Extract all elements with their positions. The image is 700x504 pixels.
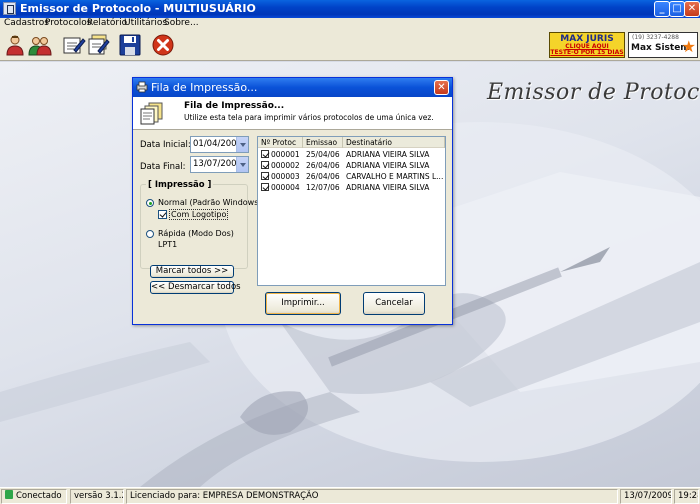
data-inicial-label: Data Inicial: bbox=[140, 140, 191, 150]
cell-destinatario: ADRIANA VIEIRA SILVA bbox=[346, 183, 430, 192]
column-destinatario[interactable]: Destinatário bbox=[343, 137, 445, 148]
max-juris-trial: TESTE-O POR 15 DIAS bbox=[550, 49, 624, 56]
table-row[interactable]: 000004 12/07/06 ADRIANA VIEIRA SILVA bbox=[258, 182, 445, 193]
background-title: Emissor de Protocolos bbox=[487, 80, 700, 105]
protocol-list[interactable]: Nº Protoc Emissao Destinatário 000001 25… bbox=[257, 136, 446, 286]
cell-destinatario: ADRIANA VIEIRA SILVA bbox=[346, 150, 430, 159]
cell-emissao: 25/04/06 bbox=[306, 150, 340, 159]
menu-cadastros[interactable]: Cadastros bbox=[4, 18, 49, 28]
minimize-button[interactable]: _ bbox=[654, 1, 670, 17]
data-inicial-value[interactable]: 01/04/2006 bbox=[193, 139, 242, 149]
column-emissao[interactable]: Emissao bbox=[303, 137, 343, 148]
cell-emissao: 26/04/06 bbox=[306, 172, 340, 181]
cell-protocolo: 000002 bbox=[271, 161, 300, 170]
radio-rapida[interactable] bbox=[146, 230, 154, 238]
menu-protocolos[interactable]: Protocolos bbox=[45, 18, 91, 28]
data-final-label: Data Final: bbox=[140, 162, 186, 172]
close-red-icon[interactable] bbox=[151, 33, 175, 57]
max-sistem-logo[interactable]: (19) 3237-4288 Max Sistem ★ bbox=[628, 32, 698, 58]
edit-document-icon[interactable] bbox=[62, 33, 86, 57]
chevron-down-icon[interactable] bbox=[236, 157, 248, 172]
checkbox-logotipo[interactable] bbox=[158, 210, 167, 219]
menu-utilitarios[interactable]: Utilitários bbox=[124, 18, 167, 28]
impressao-group: [ Impressão ] Normal (Padrão Windows) Co… bbox=[140, 180, 262, 269]
impressao-group-title: [ Impressão ] bbox=[146, 180, 214, 190]
cell-destinatario: CARVALHO E MARTINS L... bbox=[346, 172, 444, 181]
status-version: versão 3.1.2 bbox=[70, 489, 124, 504]
status-date: 13/07/2009 bbox=[620, 489, 672, 504]
printer-icon bbox=[136, 81, 148, 93]
save-icon[interactable] bbox=[118, 33, 142, 57]
max-sistem-phone: (19) 3237-4288 bbox=[632, 34, 679, 41]
window-title-bar: Emissor de Protocolo - MULTIUSUÁRIO _ □ … bbox=[0, 0, 700, 18]
row-checkbox[interactable] bbox=[261, 183, 269, 191]
list-header: Nº Protoc Emissao Destinatário bbox=[258, 137, 445, 148]
cell-protocolo: 000004 bbox=[271, 183, 300, 192]
marcar-todos-button[interactable]: Marcar todos >> bbox=[150, 265, 234, 278]
star-icon: ★ bbox=[681, 37, 696, 56]
max-juris-banner[interactable]: MAX JURIS CLIQUE AQUI TESTE-O POR 15 DIA… bbox=[549, 32, 625, 58]
dialog-title: Fila de Impressão... bbox=[151, 81, 258, 94]
row-checkbox[interactable] bbox=[261, 150, 269, 158]
cell-protocolo: 000001 bbox=[271, 150, 300, 159]
chevron-down-icon[interactable] bbox=[236, 137, 248, 152]
radio-rapida-port: LPT1 bbox=[158, 240, 178, 249]
menu-sobre[interactable]: Sobre... bbox=[164, 18, 199, 28]
app-icon bbox=[3, 2, 16, 15]
dialog-close-button[interactable]: ✕ bbox=[434, 80, 449, 95]
header-subtitle: Utilize esta tela para imprimir vários p… bbox=[184, 113, 434, 122]
header-title: Fila de Impressão... bbox=[184, 101, 285, 111]
status-bar: Conectado versão 3.1.2 Licenciado para: … bbox=[0, 487, 700, 504]
cancelar-button[interactable]: Cancelar bbox=[363, 292, 425, 315]
data-final-value[interactable]: 13/07/2006 bbox=[193, 159, 242, 169]
edit-documents-icon[interactable] bbox=[87, 33, 111, 57]
table-row[interactable]: 000001 25/04/06 ADRIANA VIEIRA SILVA bbox=[258, 149, 445, 160]
radio-rapida-label[interactable]: Rápida (Modo Dos) bbox=[158, 229, 234, 238]
documents-stack-icon bbox=[140, 102, 163, 125]
table-row[interactable]: 000003 26/04/06 CARVALHO E MARTINS L... bbox=[258, 171, 445, 182]
radio-normal[interactable] bbox=[146, 199, 154, 207]
desmarcar-todos-button[interactable]: << Desmarcar todos bbox=[150, 281, 241, 294]
cell-protocolo: 000003 bbox=[271, 172, 300, 181]
cell-emissao: 26/04/06 bbox=[306, 161, 340, 170]
menu-bar: Cadastros Protocolos Relatório Utilitári… bbox=[0, 18, 700, 30]
menu-relatorio[interactable]: Relatório bbox=[87, 18, 127, 28]
column-protocolo[interactable]: Nº Protoc bbox=[258, 137, 303, 148]
imprimir-button[interactable]: Imprimir... bbox=[265, 292, 341, 315]
connection-icon bbox=[5, 490, 13, 499]
users-icon[interactable] bbox=[28, 33, 52, 57]
status-time: 19:28 bbox=[674, 489, 699, 504]
status-connection-text: Conectado bbox=[16, 491, 62, 501]
window-title: Emissor de Protocolo - MULTIUSUÁRIO bbox=[20, 2, 256, 15]
cell-destinatario: ADRIANA VIEIRA SILVA bbox=[346, 161, 430, 170]
dialog-title-bar: Fila de Impressão... ✕ bbox=[133, 78, 452, 97]
print-queue-dialog: Fila de Impressão... ✕ Fila de Impressão… bbox=[132, 77, 453, 325]
status-connection: Conectado bbox=[1, 489, 67, 504]
table-row[interactable]: 000002 26/04/06 ADRIANA VIEIRA SILVA bbox=[258, 160, 445, 171]
close-window-button[interactable]: ✕ bbox=[684, 1, 700, 17]
cell-emissao: 12/07/06 bbox=[306, 183, 340, 192]
data-final-picker[interactable]: 13/07/2006 bbox=[190, 156, 249, 173]
dialog-header: Fila de Impressão... Utilize esta tela p… bbox=[133, 97, 452, 130]
radio-normal-label[interactable]: Normal (Padrão Windows) bbox=[158, 198, 262, 207]
status-license: Licenciado para: EMPRESA DEMONSTRAÇÃO bbox=[126, 489, 618, 504]
row-checkbox[interactable] bbox=[261, 172, 269, 180]
data-inicial-picker[interactable]: 01/04/2006 bbox=[190, 136, 249, 153]
checkbox-logotipo-label[interactable]: Com Logotipo bbox=[169, 209, 229, 220]
user-icon[interactable] bbox=[3, 33, 27, 57]
row-checkbox[interactable] bbox=[261, 161, 269, 169]
maximize-button[interactable]: □ bbox=[669, 1, 685, 17]
